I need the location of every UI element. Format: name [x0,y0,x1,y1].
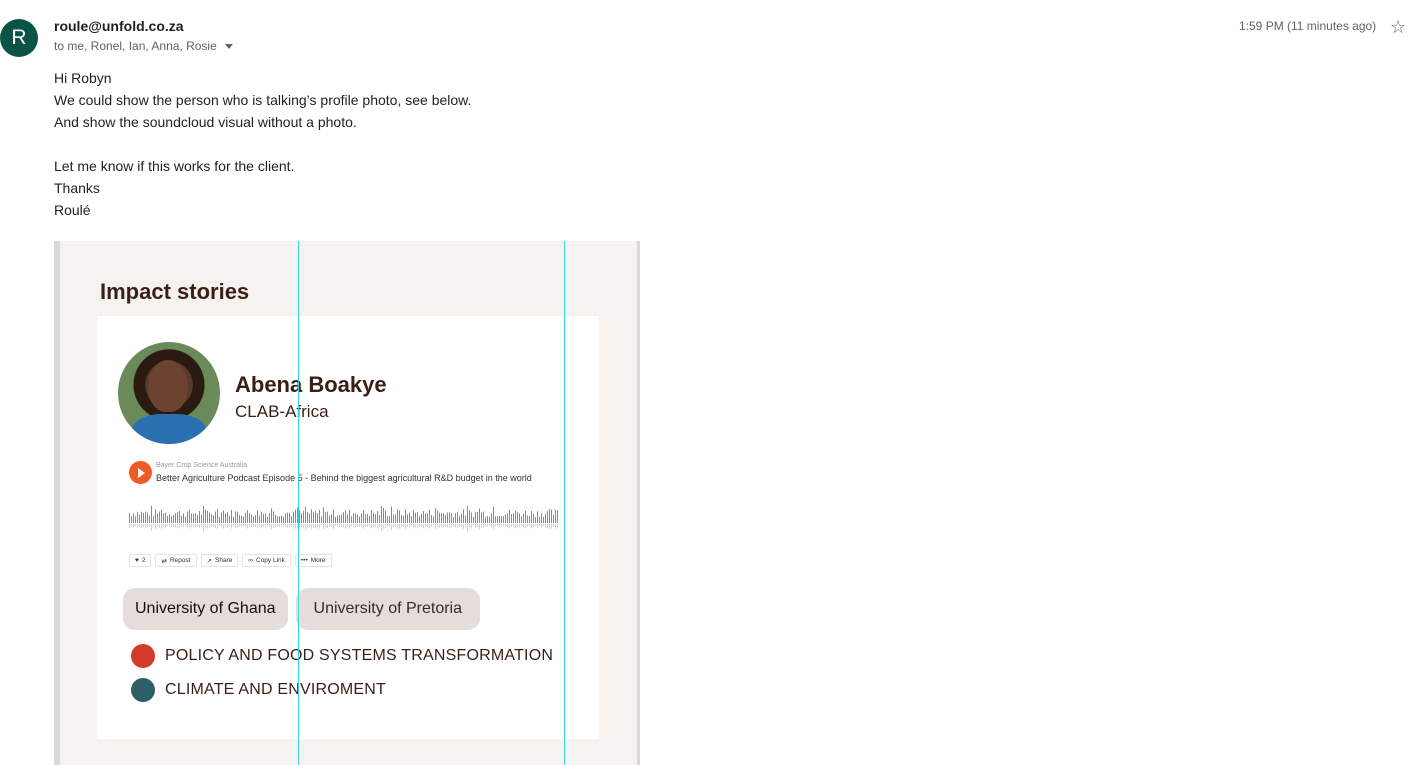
embedded-screenshot: Impact stories Abena Boakye CLAB-Africa … [54,241,640,765]
copy-link-label: Copy Link [256,557,285,564]
more-icon: ••• [300,557,308,564]
tag-label: POLICY AND FOOD SYSTEMS TRANSFORMATION [165,647,554,664]
tag-label: CLIMATE AND ENVIROMENT [165,681,387,698]
share-icon: ↗ [206,557,212,565]
university-pill[interactable]: University of Pretoria [295,588,481,630]
theme-tag: POLICY AND FOOD SYSTEMS TRANSFORMATION [131,644,553,668]
layout-guide-line [564,241,565,765]
repost-icon: ⇄ [161,557,167,565]
body-line: Hi Robyn [54,70,112,86]
body-line: Roulé [54,202,91,218]
recipients-text: to me, Ronel, Ian, Anna, Rosie [54,39,217,53]
person-organization: CLAB-Africa [235,402,329,421]
sender-avatar[interactable]: R [0,19,38,57]
body-line: We could show the person who is talking’… [54,92,472,108]
repost-button[interactable]: ⇄ Repost [155,554,197,567]
soundcloud-track-title[interactable]: Better Agriculture Podcast Episode 5 - B… [156,472,566,485]
body-line: And show the soundcloud visual without a… [54,114,357,130]
recipients-line[interactable]: to me, Ronel, Ian, Anna, Rosie [54,39,233,53]
more-button[interactable]: ••• More [294,554,332,567]
body-line: Let me know if this works for the client… [54,158,295,174]
email-body: Hi Robyn We could show the person who is… [54,67,471,221]
chevron-down-icon[interactable] [224,44,233,49]
university-pill[interactable]: University of Ghana [123,588,288,630]
sender-address[interactable]: roule@unfold.co.za [54,18,184,34]
soundcloud-artist[interactable]: Bayer Crop Science Australia [156,462,247,469]
email-timestamp: 1:59 PM (11 minutes ago) [1239,19,1377,33]
like-count: 2 [141,557,146,564]
repost-label: Repost [169,557,191,564]
person-name: Abena Boakye [235,372,387,397]
body-line [54,133,471,155]
body-line: Thanks [54,180,100,196]
avatar-initial: R [11,26,27,49]
university-list: University of Ghana University of Pretor… [123,588,481,630]
copy-link-button[interactable]: ∞ Copy Link [242,554,291,567]
soundcloud-actions: ♥ 2 ⇄ Repost ↗ Share ∞ Copy Link ••• More [129,554,332,567]
more-label: More [310,557,326,564]
share-button[interactable]: ↗ Share [200,554,239,567]
star-icon[interactable]: ☆ [1390,16,1406,38]
theme-tag: CLIMATE AND ENVIROMENT [131,678,386,702]
like-button[interactable]: ♥ 2 [129,554,152,567]
layout-guide-line [298,241,299,765]
profile-photo [118,342,220,444]
heart-icon: ♥ [135,557,139,564]
link-icon: ∞ [248,557,253,564]
tag-dot [131,644,155,668]
section-title: Impact stories [100,279,250,304]
share-label: Share [215,557,233,564]
soundcloud-waveform[interactable] [129,506,559,536]
tag-dot [131,678,155,702]
play-icon[interactable] [129,461,152,484]
impact-story-card: Abena Boakye CLAB-Africa Bayer Crop Scie… [97,316,599,739]
